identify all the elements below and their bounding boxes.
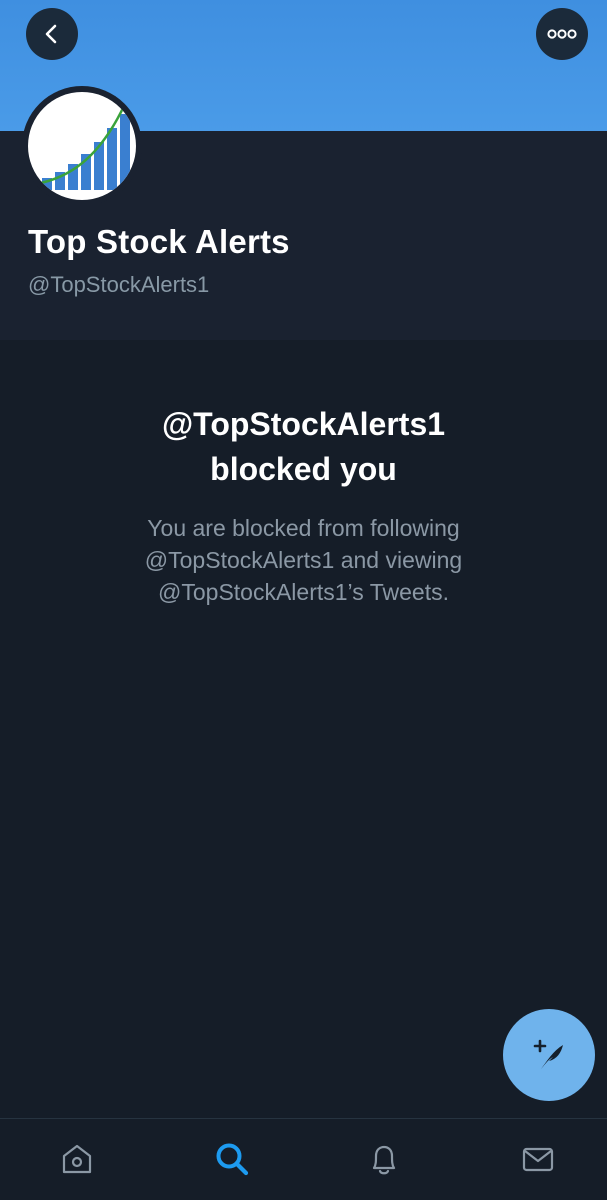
- blocked-title-line: blocked you: [210, 451, 397, 487]
- profile-screen: Top Stock Alerts @TopStockAlerts1 @TopSt…: [0, 0, 607, 1200]
- nav-notifications[interactable]: [364, 1139, 404, 1179]
- chevron-left-icon: [45, 24, 57, 44]
- compose-tweet-icon: [533, 1039, 563, 1069]
- bottom-navigation: [0, 1118, 607, 1200]
- blocked-description-line: You are blocked from following: [147, 515, 460, 541]
- bell-icon: [372, 1145, 396, 1175]
- blocked-description-line: @TopStockAlerts1 and viewing: [144, 547, 463, 573]
- mail-icon: [522, 1147, 554, 1172]
- avatar-image: [28, 92, 136, 200]
- blocked-title: @TopStockAlerts1 blocked you: [40, 402, 567, 492]
- blocked-description: You are blocked from following @TopStock…: [60, 512, 547, 608]
- nav-messages[interactable]: [518, 1139, 558, 1179]
- blocked-description-line: @TopStockAlerts1’s Tweets.: [158, 579, 449, 605]
- search-icon: [216, 1143, 249, 1176]
- ellipsis-icon: [547, 29, 577, 39]
- back-button[interactable]: [26, 8, 78, 60]
- avatar[interactable]: [22, 86, 142, 206]
- blocked-notice: @TopStockAlerts1 blocked you You are blo…: [0, 340, 607, 1118]
- blocked-title-line: @TopStockAlerts1: [161, 406, 446, 442]
- compose-tweet-button[interactable]: [503, 1009, 595, 1101]
- more-options-button[interactable]: [536, 8, 588, 60]
- profile-handle: @TopStockAlerts1: [28, 272, 210, 297]
- stock-chart-logo: [35, 105, 130, 190]
- nav-home[interactable]: [57, 1139, 97, 1179]
- profile-name: Top Stock Alerts: [28, 223, 290, 260]
- nav-search[interactable]: [212, 1139, 252, 1179]
- home-icon: [62, 1144, 92, 1174]
